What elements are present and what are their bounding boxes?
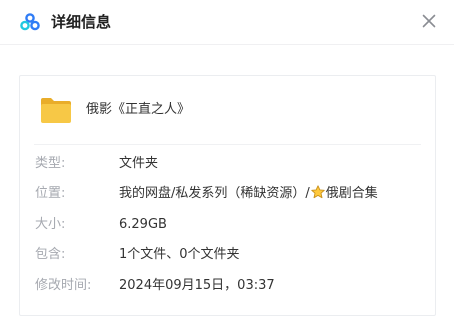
star-icon bbox=[311, 185, 325, 199]
location-value[interactable]: 我的网盘/私发系列（稀缺资源）/ 俄剧合集 bbox=[119, 184, 378, 204]
dialog-title: 详细信息 bbox=[51, 13, 112, 31]
modified-value: 2024年09月15日，03:37 bbox=[119, 278, 275, 293]
close-icon[interactable] bbox=[420, 12, 438, 30]
info-row-type: 类型: 文件夹 bbox=[35, 154, 425, 174]
card-divider bbox=[34, 144, 421, 145]
location-folder: 俄剧合集 bbox=[325, 186, 378, 201]
location-path: 我的网盘/私发系列（稀缺资源）/ bbox=[119, 186, 310, 201]
info-row-modified: 修改时间: 2024年09月15日，03:37 bbox=[35, 276, 425, 296]
modified-label: 修改时间: bbox=[35, 278, 92, 293]
header-divider bbox=[0, 44, 454, 45]
info-row-contains: 包含: 1个文件、0个文件夹 bbox=[35, 245, 425, 265]
baidu-netdisk-logo-icon bbox=[20, 13, 40, 31]
location-label: 位置: bbox=[35, 186, 66, 201]
details-card: 俄影《正直之人》 类型: 文件夹 位置: 我的网盘/私发系列（稀缺资源）/ 俄剧合… bbox=[19, 75, 436, 316]
file-name: 俄影《正直之人》 bbox=[86, 102, 191, 117]
type-value: 文件夹 bbox=[119, 156, 159, 171]
size-value: 6.29GB bbox=[119, 217, 167, 232]
contains-label: 包含: bbox=[35, 247, 66, 262]
details-dialog: 详细信息 俄影《正直之人》 类型: 文件夹 位置: 我的网盘/私发系列（稀缺资源… bbox=[0, 0, 454, 335]
contains-value: 1个文件、0个文件夹 bbox=[119, 247, 240, 262]
folder-icon bbox=[41, 98, 71, 123]
size-label: 大小: bbox=[35, 217, 66, 232]
info-row-location: 位置: 我的网盘/私发系列（稀缺资源）/ 俄剧合集 bbox=[35, 184, 425, 204]
dialog-header: 详细信息 bbox=[0, 0, 454, 44]
info-row-size: 大小: 6.29GB bbox=[35, 215, 425, 235]
type-label: 类型: bbox=[35, 156, 66, 171]
